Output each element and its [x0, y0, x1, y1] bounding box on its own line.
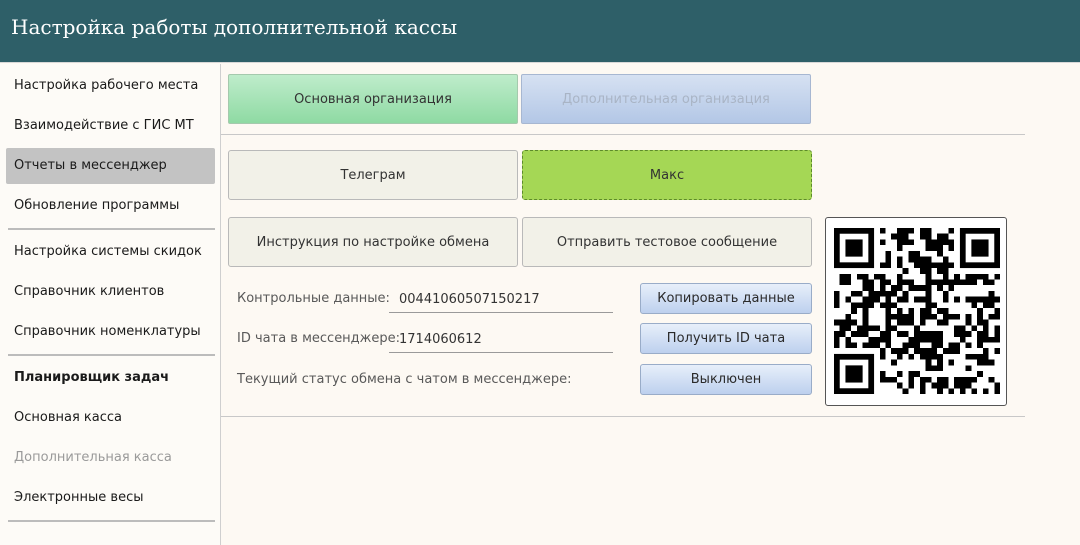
sidebar-divider: [8, 354, 215, 356]
section-divider: [221, 134, 1025, 135]
control-data-label: Контрольные данные:: [237, 291, 390, 306]
sidebar-item-clients[interactable]: Справочник клиентов: [6, 274, 215, 310]
sidebar-item-nomenclature[interactable]: Справочник номенклатуры: [6, 314, 215, 350]
sidebar-item-gis-mt[interactable]: Взаимодействие с ГИС МТ: [6, 108, 215, 144]
control-data-field[interactable]: 00441060507150217: [389, 287, 613, 313]
sidebar-item-electronic-scales[interactable]: Электронные весы: [6, 480, 215, 516]
sidebar-item-additional-register: Дополнительная касса: [14, 450, 172, 465]
tab-max[interactable]: Макс: [522, 150, 812, 200]
sidebar: Настройка рабочего места Взаимодействие …: [0, 64, 221, 545]
window-title: Настройка работы дополнительной кассы: [11, 15, 458, 39]
tab-additional-organization[interactable]: Дополнительная организация: [521, 74, 811, 124]
instruction-button[interactable]: Инструкция по настройке обмена: [228, 217, 518, 267]
qr-code-icon: [834, 228, 1000, 394]
sidebar-divider: [8, 520, 215, 522]
tab-telegram[interactable]: Телеграм: [228, 150, 518, 200]
sidebar-item-task-scheduler[interactable]: Планировщик задач: [6, 360, 215, 396]
copy-data-button[interactable]: Копировать данные: [640, 283, 812, 314]
exchange-status-label: Текущий статус обмена с чатом в мессендж…: [237, 372, 572, 387]
sidebar-item-program-update[interactable]: Обновление программы: [6, 188, 215, 224]
get-chat-id-button[interactable]: Получить ID чата: [640, 323, 812, 354]
chat-id-field[interactable]: 1714060612: [389, 327, 613, 353]
send-test-message-button[interactable]: Отправить тестовое сообщение: [522, 217, 812, 267]
sidebar-item-discount-settings[interactable]: Настройка системы скидок: [6, 234, 215, 270]
sidebar-item-messenger-reports[interactable]: Отчеты в мессенджер: [6, 148, 215, 184]
exchange-status-toggle-button[interactable]: Выключен: [640, 364, 812, 395]
sidebar-item-main-register[interactable]: Основная касса: [6, 400, 215, 436]
tab-main-organization[interactable]: Основная организация: [228, 74, 518, 124]
section-divider: [221, 416, 1025, 417]
sidebar-divider: [8, 228, 215, 230]
title-bar: Настройка работы дополнительной кассы: [0, 0, 1080, 63]
chat-id-label: ID чата в мессенджере:: [237, 331, 401, 346]
qr-code-panel: [825, 217, 1007, 406]
sidebar-item-workplace-settings[interactable]: Настройка рабочего места: [6, 68, 215, 104]
